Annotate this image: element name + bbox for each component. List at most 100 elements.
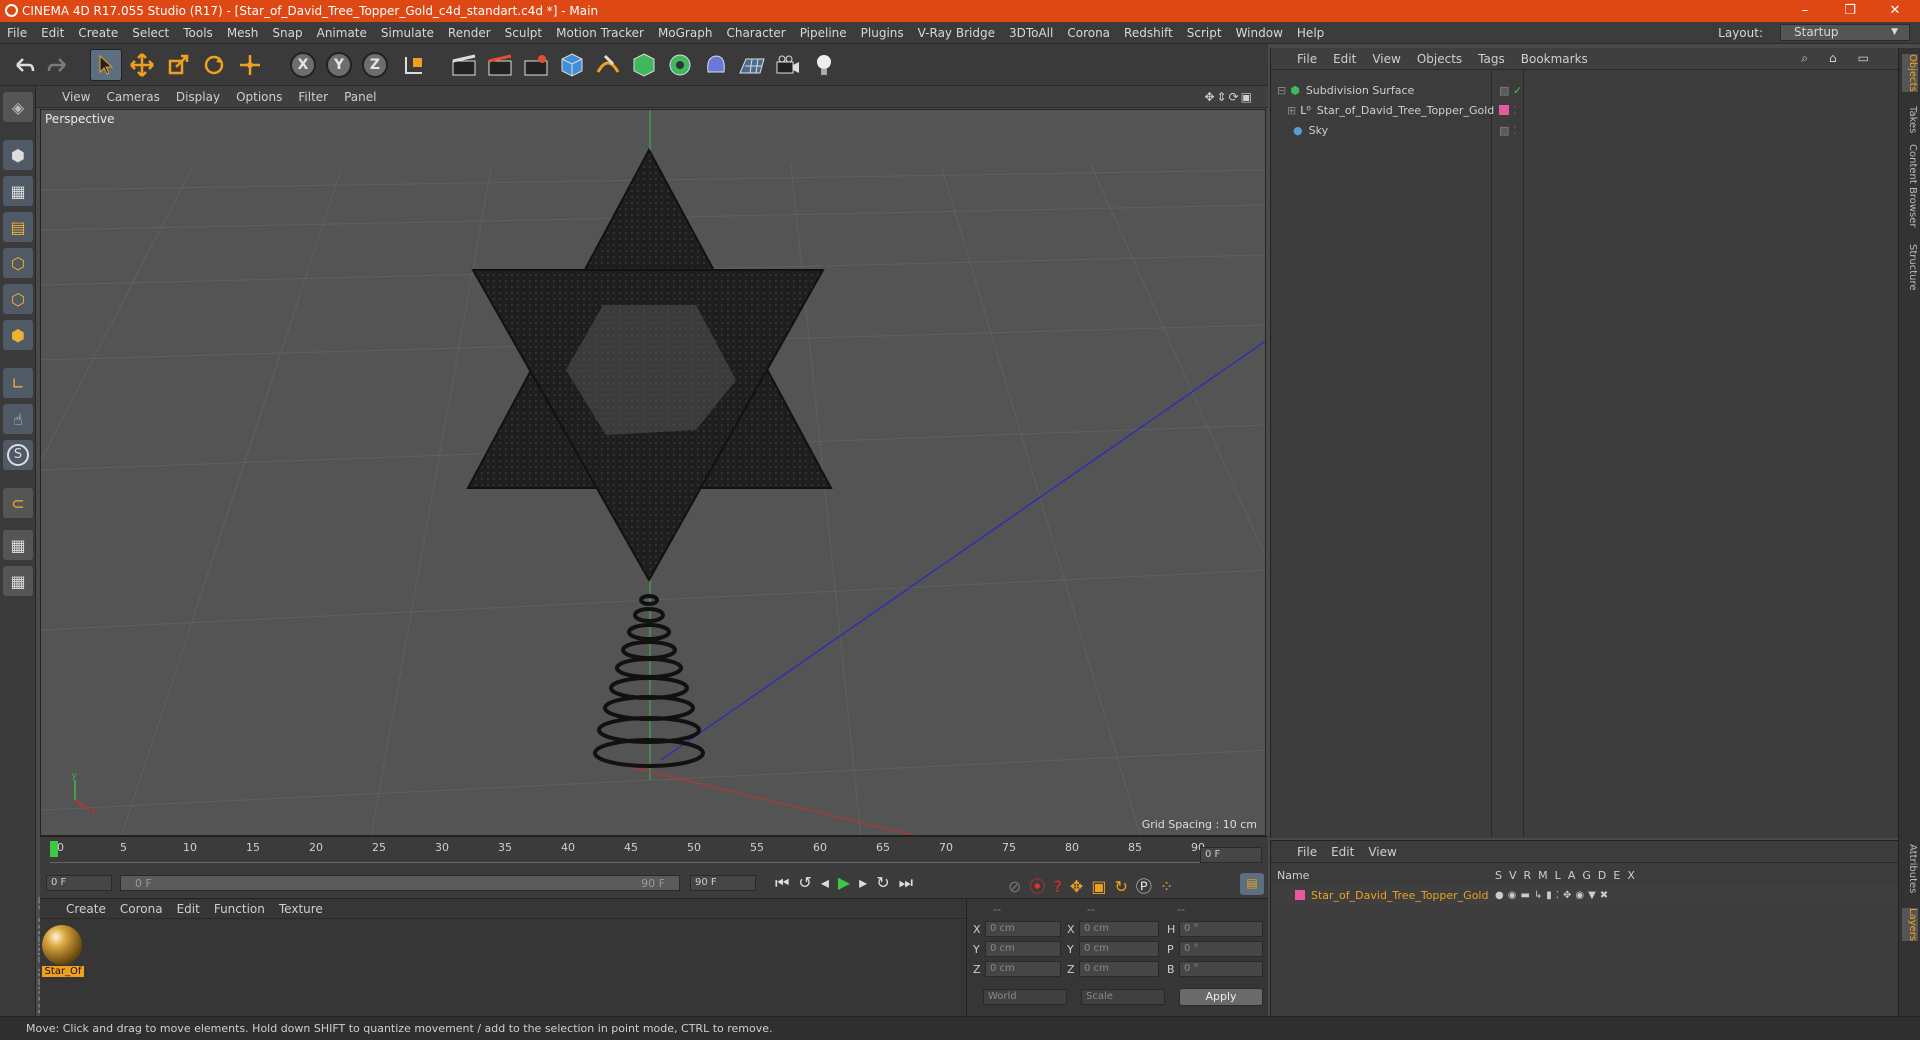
collapse-icon[interactable]: ⊟	[1277, 84, 1286, 97]
menu-select[interactable]: Select	[132, 26, 169, 40]
obj-menu-tags[interactable]: Tags	[1478, 52, 1505, 66]
tab-content-browser[interactable]: Content Browser	[1902, 144, 1918, 227]
x-axis-lock-button[interactable]: X	[290, 52, 316, 78]
vp-menu-options[interactable]: Options	[236, 90, 282, 104]
key-scale-icon[interactable]: ▣	[1091, 877, 1114, 896]
prev-frame-icon[interactable]: ◂	[821, 873, 838, 892]
mat-menu-create[interactable]: Create	[66, 902, 106, 916]
next-frame-icon[interactable]: ▸	[859, 873, 876, 892]
mat-menu-function[interactable]: Function	[214, 902, 265, 916]
play-icon[interactable]: ▶	[838, 873, 859, 892]
pen-spline-button[interactable]	[592, 49, 624, 81]
render-settings-button[interactable]	[520, 49, 552, 81]
tab-attributes[interactable]: Attributes	[1902, 844, 1918, 893]
menu-snap[interactable]: Snap	[272, 26, 302, 40]
timeline-toggle-button[interactable]: ▤	[1240, 873, 1264, 895]
go-start-icon[interactable]: ⏮	[775, 873, 798, 892]
minimize-panel-icon[interactable]: ▭	[1858, 51, 1874, 65]
key-rotate-icon[interactable]: ↻	[1114, 877, 1135, 896]
menu-pipeline[interactable]: Pipeline	[800, 26, 847, 40]
search-icon[interactable]: ⌕	[1801, 51, 1813, 65]
obj-menu-edit[interactable]: Edit	[1333, 52, 1356, 66]
vp-menu-filter[interactable]: Filter	[298, 90, 328, 104]
workplane-lock-button[interactable]: ▦	[3, 530, 33, 560]
vp-menu-display[interactable]: Display	[176, 90, 220, 104]
layer-menu-file[interactable]: File	[1297, 845, 1317, 859]
texture-mode-button[interactable]: ▦	[3, 176, 33, 206]
obj-menu-view[interactable]: View	[1372, 52, 1400, 66]
scale-tool-button[interactable]	[162, 49, 194, 81]
obj-menu-file[interactable]: File	[1297, 52, 1317, 66]
pos-z-field[interactable]: 0 cm	[985, 961, 1061, 977]
make-editable-button[interactable]: ◈	[3, 92, 33, 122]
cube-primitive-button[interactable]	[556, 49, 588, 81]
redo-button[interactable]	[42, 49, 74, 81]
mat-menu-corona[interactable]: Corona	[120, 902, 163, 916]
menu-mesh[interactable]: Mesh	[227, 26, 259, 40]
layer-row[interactable]: Star_of_David_Tree_Topper_Gold ●◉▬↳▮⁚✥◉▼…	[1271, 885, 1899, 905]
model-mode-button[interactable]: ⬢	[3, 140, 33, 170]
menu-render[interactable]: Render	[448, 26, 491, 40]
size-x-field[interactable]: 0 cm	[1079, 921, 1159, 937]
key-grid-icon[interactable]: ⁘	[1160, 877, 1181, 896]
auto-key-icon[interactable]: ?	[1053, 877, 1070, 896]
render-region-button[interactable]	[484, 49, 516, 81]
key-param-icon[interactable]: Ⓟ	[1136, 877, 1160, 896]
pos-x-field[interactable]: 0 cm	[985, 921, 1061, 937]
expand-icon[interactable]: ⊞	[1287, 104, 1296, 117]
mat-menu-edit[interactable]: Edit	[177, 902, 200, 916]
obj-menu-bookmarks[interactable]: Bookmarks	[1521, 52, 1588, 66]
home-icon[interactable]: ⌂	[1829, 51, 1842, 65]
menu-script[interactable]: Script	[1187, 26, 1222, 40]
prev-key-icon[interactable]: ↺	[798, 873, 820, 892]
menu-sculpt[interactable]: Sculpt	[505, 26, 542, 40]
frame-range-slider[interactable]: 0 F 90 F	[120, 875, 680, 891]
tab-layers[interactable]: Layers	[1902, 908, 1918, 942]
playback-controls[interactable]: ⏮↺◂▶▸↻⏭	[775, 873, 922, 893]
tab-structure[interactable]: Structure	[1902, 244, 1918, 291]
layer-toggle-icons[interactable]: ●◉▬↳▮⁚✥◉▼✖	[1495, 890, 1612, 901]
layer-menu-edit[interactable]: Edit	[1331, 845, 1354, 859]
workplane-mode-button[interactable]: ▤	[3, 212, 33, 242]
enabled-check-icon[interactable]: ✓	[1513, 84, 1522, 97]
tab-takes[interactable]: Takes	[1902, 106, 1918, 133]
layout-dropdown[interactable]: Startup ▼	[1780, 24, 1910, 41]
render-view-button[interactable]	[448, 49, 480, 81]
visibility-dots-icon[interactable]: ⁚	[1513, 104, 1517, 117]
menu-create[interactable]: Create	[78, 26, 118, 40]
menu-mograph[interactable]: MoGraph	[658, 26, 713, 40]
key-move-icon[interactable]: ✥	[1070, 877, 1091, 896]
minimize-button[interactable]: –	[1785, 0, 1825, 22]
size-mode-dropdown[interactable]: Scale	[1081, 989, 1165, 1005]
camera-button[interactable]	[772, 49, 804, 81]
solo-button[interactable]: S	[3, 440, 33, 470]
deformer-button[interactable]	[700, 49, 732, 81]
tab-objects[interactable]: Objects	[1902, 54, 1918, 92]
locked-workplane-button[interactable]: ▦	[3, 566, 33, 596]
menu-redshift[interactable]: Redshift	[1124, 26, 1173, 40]
vp-menu-panel[interactable]: Panel	[344, 90, 376, 104]
z-axis-lock-button[interactable]: Z	[362, 52, 388, 78]
floor-button[interactable]	[736, 49, 768, 81]
menu-character[interactable]: Character	[726, 26, 785, 40]
rot-p-field[interactable]: 0 °	[1179, 941, 1263, 957]
menu-window[interactable]: Window	[1236, 26, 1283, 40]
snap-button[interactable]: ⊂	[3, 488, 33, 518]
layer-menu-view[interactable]: View	[1368, 845, 1396, 859]
size-z-field[interactable]: 0 cm	[1079, 961, 1159, 977]
vp-menu-view[interactable]: View	[62, 90, 90, 104]
move-tool-button[interactable]	[126, 49, 158, 81]
next-key-icon[interactable]: ↻	[876, 873, 898, 892]
pos-y-field[interactable]: 0 cm	[985, 941, 1061, 957]
coordinate-system-button[interactable]	[398, 49, 430, 81]
subdivision-button[interactable]	[628, 49, 660, 81]
object-row-subdivision[interactable]: ⊟ ⬢ Subdivision Surface ▨ ✓	[1271, 80, 1899, 100]
menu-edit[interactable]: Edit	[41, 26, 64, 40]
object-row-star[interactable]: ⊞ L⁰ Star_of_David_Tree_Topper_Gold ⁚	[1271, 100, 1899, 120]
menu-vray-bridge[interactable]: V-Ray Bridge	[918, 26, 995, 40]
y-axis-lock-button[interactable]: Y	[326, 52, 352, 78]
axis-mode-button[interactable]: ∟	[3, 368, 33, 398]
mograph-cloner-button[interactable]	[664, 49, 696, 81]
vp-menu-cameras[interactable]: Cameras	[106, 90, 159, 104]
current-frame-field[interactable]: 0 F	[1200, 847, 1262, 863]
